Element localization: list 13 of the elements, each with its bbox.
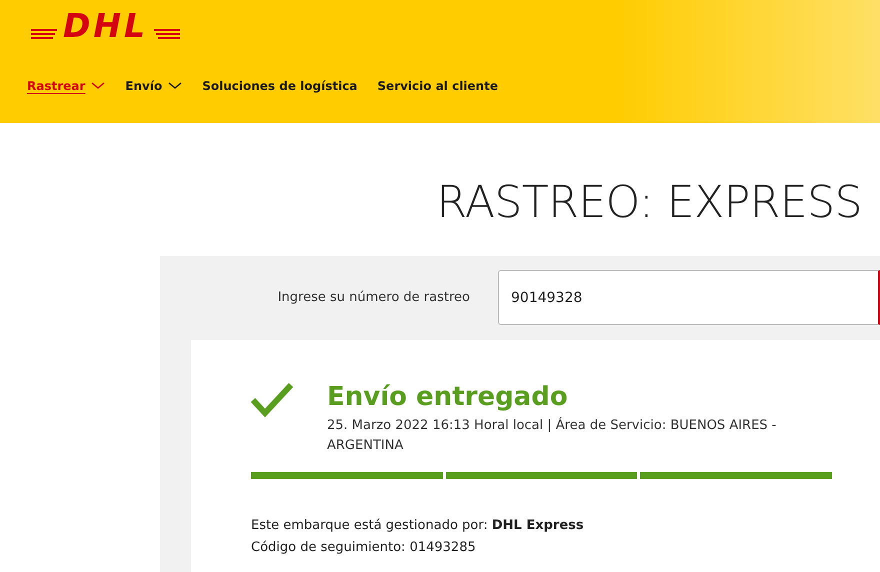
- tracking-number-field[interactable]: 90149328: [498, 270, 880, 325]
- nav-link[interactable]: Soluciones de logística: [202, 79, 358, 93]
- tracking-label: Ingrese su número de rastreo: [276, 290, 471, 305]
- nav-link[interactable]: Servicio al cliente: [377, 79, 498, 93]
- page-title: RASTREO: EXPRESS: [436, 177, 862, 228]
- nav-link[interactable]: Rastrear: [27, 79, 106, 93]
- tracking-code-label: Código de seguimiento:: [251, 540, 406, 555]
- delivery-status: Envío entregado: [327, 382, 569, 412]
- tracking-code: 01493285: [410, 540, 476, 555]
- handler-text: Este embarque está gestionado por: DHL Express: [251, 517, 585, 535]
- dhl-logo[interactable]: DHL: [63, 10, 148, 42]
- delivery-detail: 25. Marzo 2022 16:13 Horal local | Área de Servicio: BUENOS AIRES - ARGENTINA: [327, 416, 778, 455]
- nav-link[interactable]: Envío: [125, 79, 182, 93]
